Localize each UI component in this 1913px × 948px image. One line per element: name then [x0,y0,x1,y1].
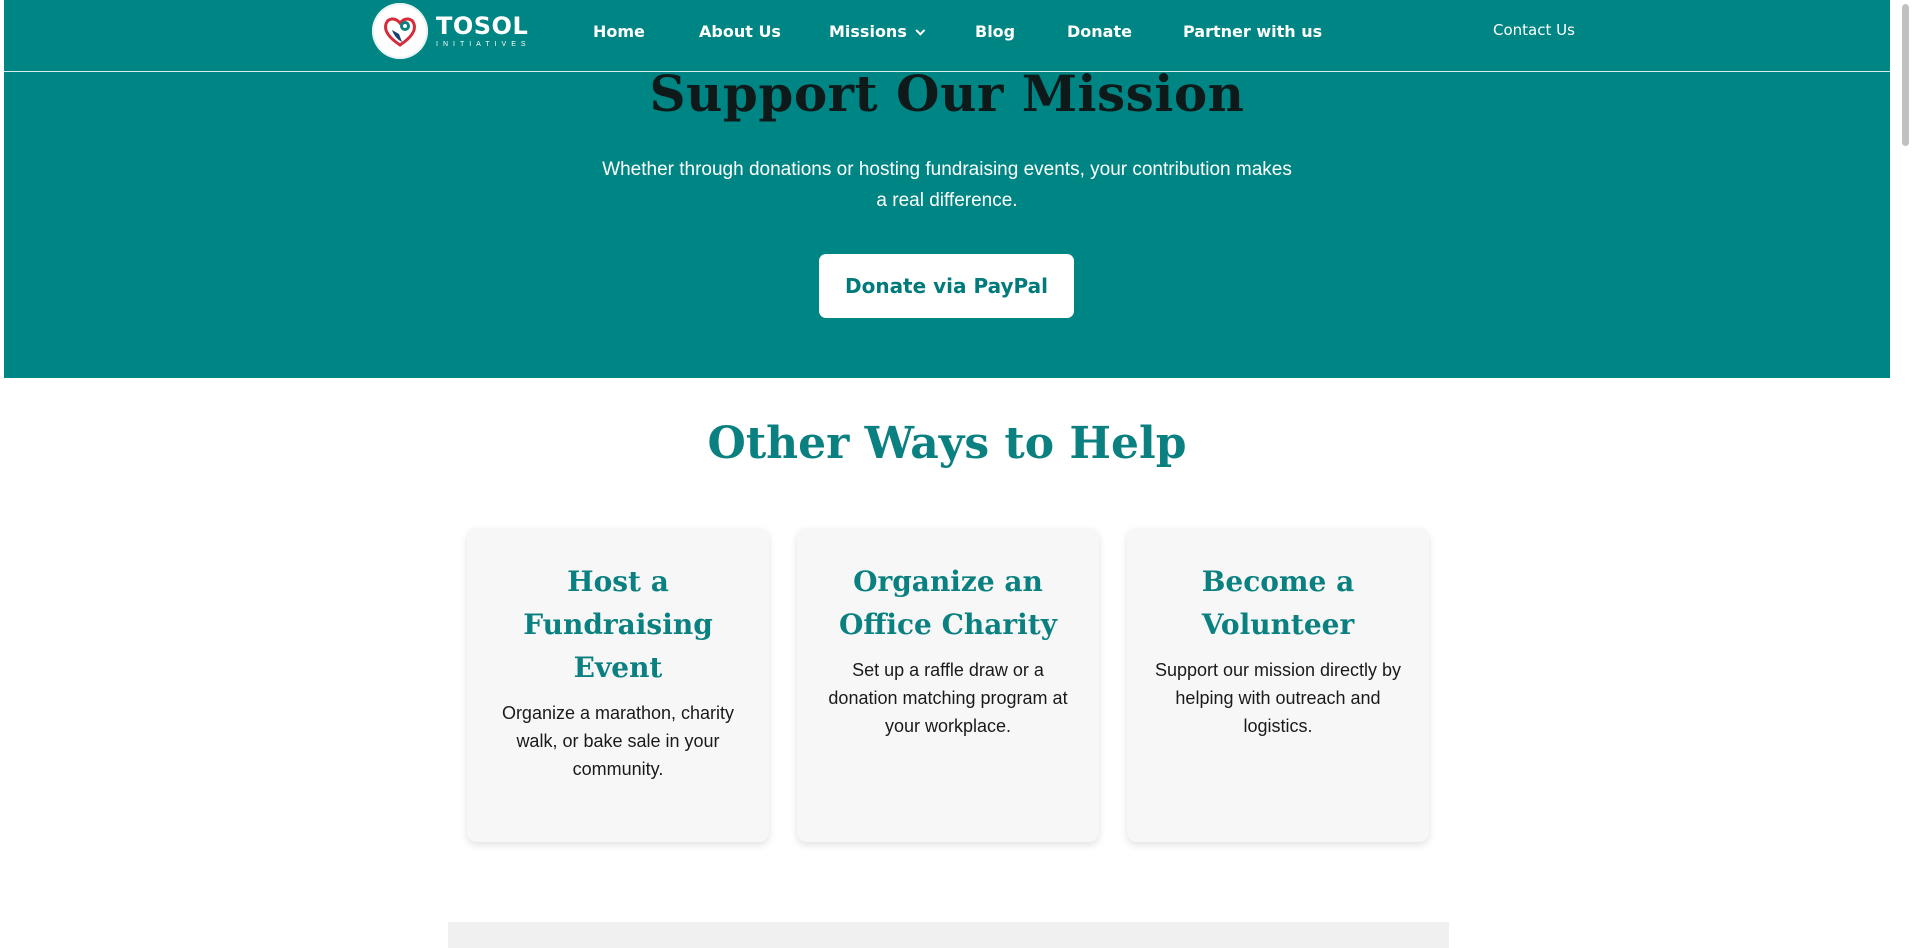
logo-link[interactable]: TOSOL INITIATIVES [372,0,531,62]
card-title: Host a Fundraising Event [523,565,713,684]
scrollbar-thumb[interactable] [1902,4,1909,146]
nav-partner-with-us[interactable]: Partner with us [1183,22,1322,41]
site-header: TOSOL INITIATIVES Home About Us Missions… [4,0,1890,72]
nav-donate[interactable]: Donate [1067,22,1132,41]
card-title: Become a Volunteer [1201,565,1355,641]
page: TOSOL INITIATIVES Home About Us Missions… [4,0,1890,948]
next-section-strip [448,922,1449,948]
card-office-charity: Organize an Office Charity Set up a raff… [797,528,1099,842]
logo-text: TOSOL INITIATIVES [436,14,531,48]
nav-home[interactable]: Home [593,22,645,41]
heart-hand-logo-icon [372,3,428,59]
card-volunteer: Become a Volunteer Support our mission d… [1127,528,1429,842]
contact-us-link[interactable]: Contact Us [1493,21,1575,39]
nav-missions[interactable]: Missions [829,22,926,41]
logo-subtitle: INITIATIVES [436,41,531,48]
card-text: Support our mission directly by helping … [1154,660,1402,736]
hero-section: Support Our Mission Whether through dona… [4,64,1890,378]
donate-paypal-button[interactable]: Donate via PayPal [819,254,1074,318]
chevron-down-icon [915,25,926,36]
nav-blog[interactable]: Blog [975,22,1015,41]
hero-title: Support Our Mission [649,64,1245,123]
logo-name: TOSOL [436,12,529,40]
nav-about-us[interactable]: About Us [699,22,781,41]
card-title: Organize an Office Charity [839,565,1057,641]
card-text: Organize a marathon, charity walk, or ba… [501,703,735,779]
nav-missions-label: Missions [829,22,907,41]
hero-text: Whether through donations or hosting fun… [602,159,1292,211]
page-scrollbar[interactable] [1898,0,1913,948]
card-host-fundraising: Host a Fundraising Event Organize a mara… [467,528,769,842]
card-text: Set up a raffle draw or a donation match… [828,660,1068,736]
other-ways-title: Other Ways to Help [707,418,1187,469]
